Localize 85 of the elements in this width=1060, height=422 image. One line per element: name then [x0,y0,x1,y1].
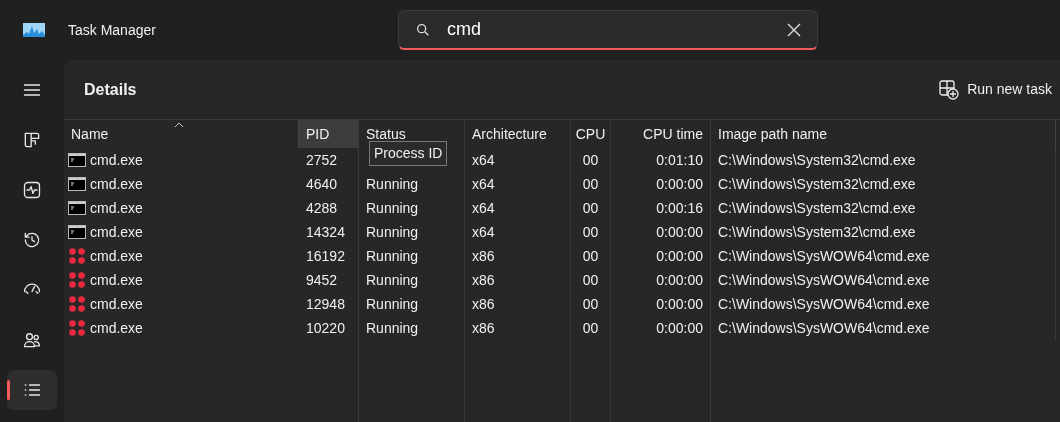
table-cell-text: 00 [582,294,599,314]
table-cell-text: 12948 [306,294,345,314]
table-cell-text: C:\Windows\System32\cmd.exe [718,198,916,218]
table-cell-text: cmd.exe [90,270,143,290]
table-cell-text: 00 [582,318,599,338]
table-cell-text: 0:00:00 [656,246,703,266]
table-cell-text: x86 [472,246,495,266]
table-cell-text: Running [366,294,419,314]
dots-icon [68,247,86,265]
table-cell-text: C:\Windows\System32\cmd.exe [718,222,916,242]
search-field[interactable]: cmd [447,16,771,43]
run-new-task-button[interactable]: Run new task [939,79,1052,100]
dots-icon [68,319,86,337]
search-bar[interactable]: cmd [398,10,818,50]
console-icon [68,225,86,239]
console-icon [68,153,86,167]
table-cell-text: 00 [582,246,599,266]
table-cell-text: 2752 [306,150,338,170]
dots-icon [68,271,86,289]
app-icon [23,23,45,37]
table-cell-text: C:\Windows\System32\cmd.exe [718,174,916,194]
table-cell-text: cmd.exe [90,198,143,218]
table-cell-text: 0:00:00 [656,294,703,314]
table-cell-text: C:\Windows\SysWOW64\cmd.exe [718,246,930,266]
table-cell-text: x64 [472,198,495,218]
table-cell-text: 10220 [306,318,345,338]
table-cell-text: C:\Windows\System32\cmd.exe [718,150,916,170]
table-cell-text: 0:00:00 [656,318,703,338]
sidebar-item[interactable] [7,370,57,410]
console-icon [68,201,86,215]
table-cell-text: x86 [472,270,495,290]
table-cell-text: 0:00:00 [656,270,703,290]
table-cell-text: 4288 [306,198,338,218]
table-cell-text: cmd.exe [90,318,143,338]
table-cell-text: 16192 [306,246,345,266]
table-cell-text: x86 [472,294,495,314]
table-cell-text: 0:01:10 [656,150,703,170]
table-cell-text: x64 [472,174,495,194]
pulse-icon [22,180,42,200]
table-cell-text: cmd.exe [90,294,143,314]
tooltip: Process ID [369,141,448,166]
users-icon [22,330,42,350]
table-cell-text: 00 [582,150,599,170]
close-icon[interactable] [787,22,801,37]
table-cell-text: cmd.exe [90,150,143,170]
table-cell-text: Running [366,318,419,338]
table-cell-text: 00 [582,174,599,194]
column-header[interactable]: Architecture [465,120,571,148]
dots-icon [68,295,86,313]
table-cell-text: 0:00:16 [656,198,703,218]
window-title: Task Manager [68,20,157,40]
console-icon [68,177,86,191]
table-cell-text: Running [366,174,419,194]
search-icon [415,21,431,38]
table-cell-text: x64 [472,222,495,242]
history-icon [22,230,42,250]
table-cell-text: C:\Windows\SysWOW64\cmd.exe [718,294,930,314]
table-cell-text: Running [366,246,419,266]
table-cell-text: 0:00:00 [656,174,703,194]
grid-icon [22,130,42,150]
table-cell-text: cmd.exe [90,222,143,242]
table-cell-text: C:\Windows\SysWOW64\cmd.exe [718,318,930,338]
table-cell-text: Running [366,270,419,290]
column-header[interactable]: CPU [571,120,611,148]
table-cell-text: 00 [582,270,599,290]
column-header[interactable]: CPU time [611,120,711,148]
table-cell-text: C:\Windows\SysWOW64\cmd.exe [718,270,930,290]
sort-caret-icon [174,122,184,128]
table-cell-text: x86 [472,318,495,338]
table-cell-text: 9452 [306,270,338,290]
table-cell-text: x64 [472,150,495,170]
table-cell-text: 0:00:00 [656,222,703,242]
page-title: Details [84,79,138,100]
new-task-icon [939,79,960,100]
table-cell-text: 00 [582,222,599,242]
table-cell-text: cmd.exe [90,174,143,194]
table-cell-text: Running [366,222,419,242]
table-cell-text: cmd.exe [90,246,143,266]
table-cell-text: 14324 [306,222,345,242]
column-header[interactable]: Image path name [711,120,1056,148]
table-cell-text: 00 [582,198,599,218]
selection-indicator [7,380,10,400]
column-header[interactable]: PID [299,120,359,148]
table-cell-text: 4640 [306,174,338,194]
table-cell-text: Running [366,198,419,218]
